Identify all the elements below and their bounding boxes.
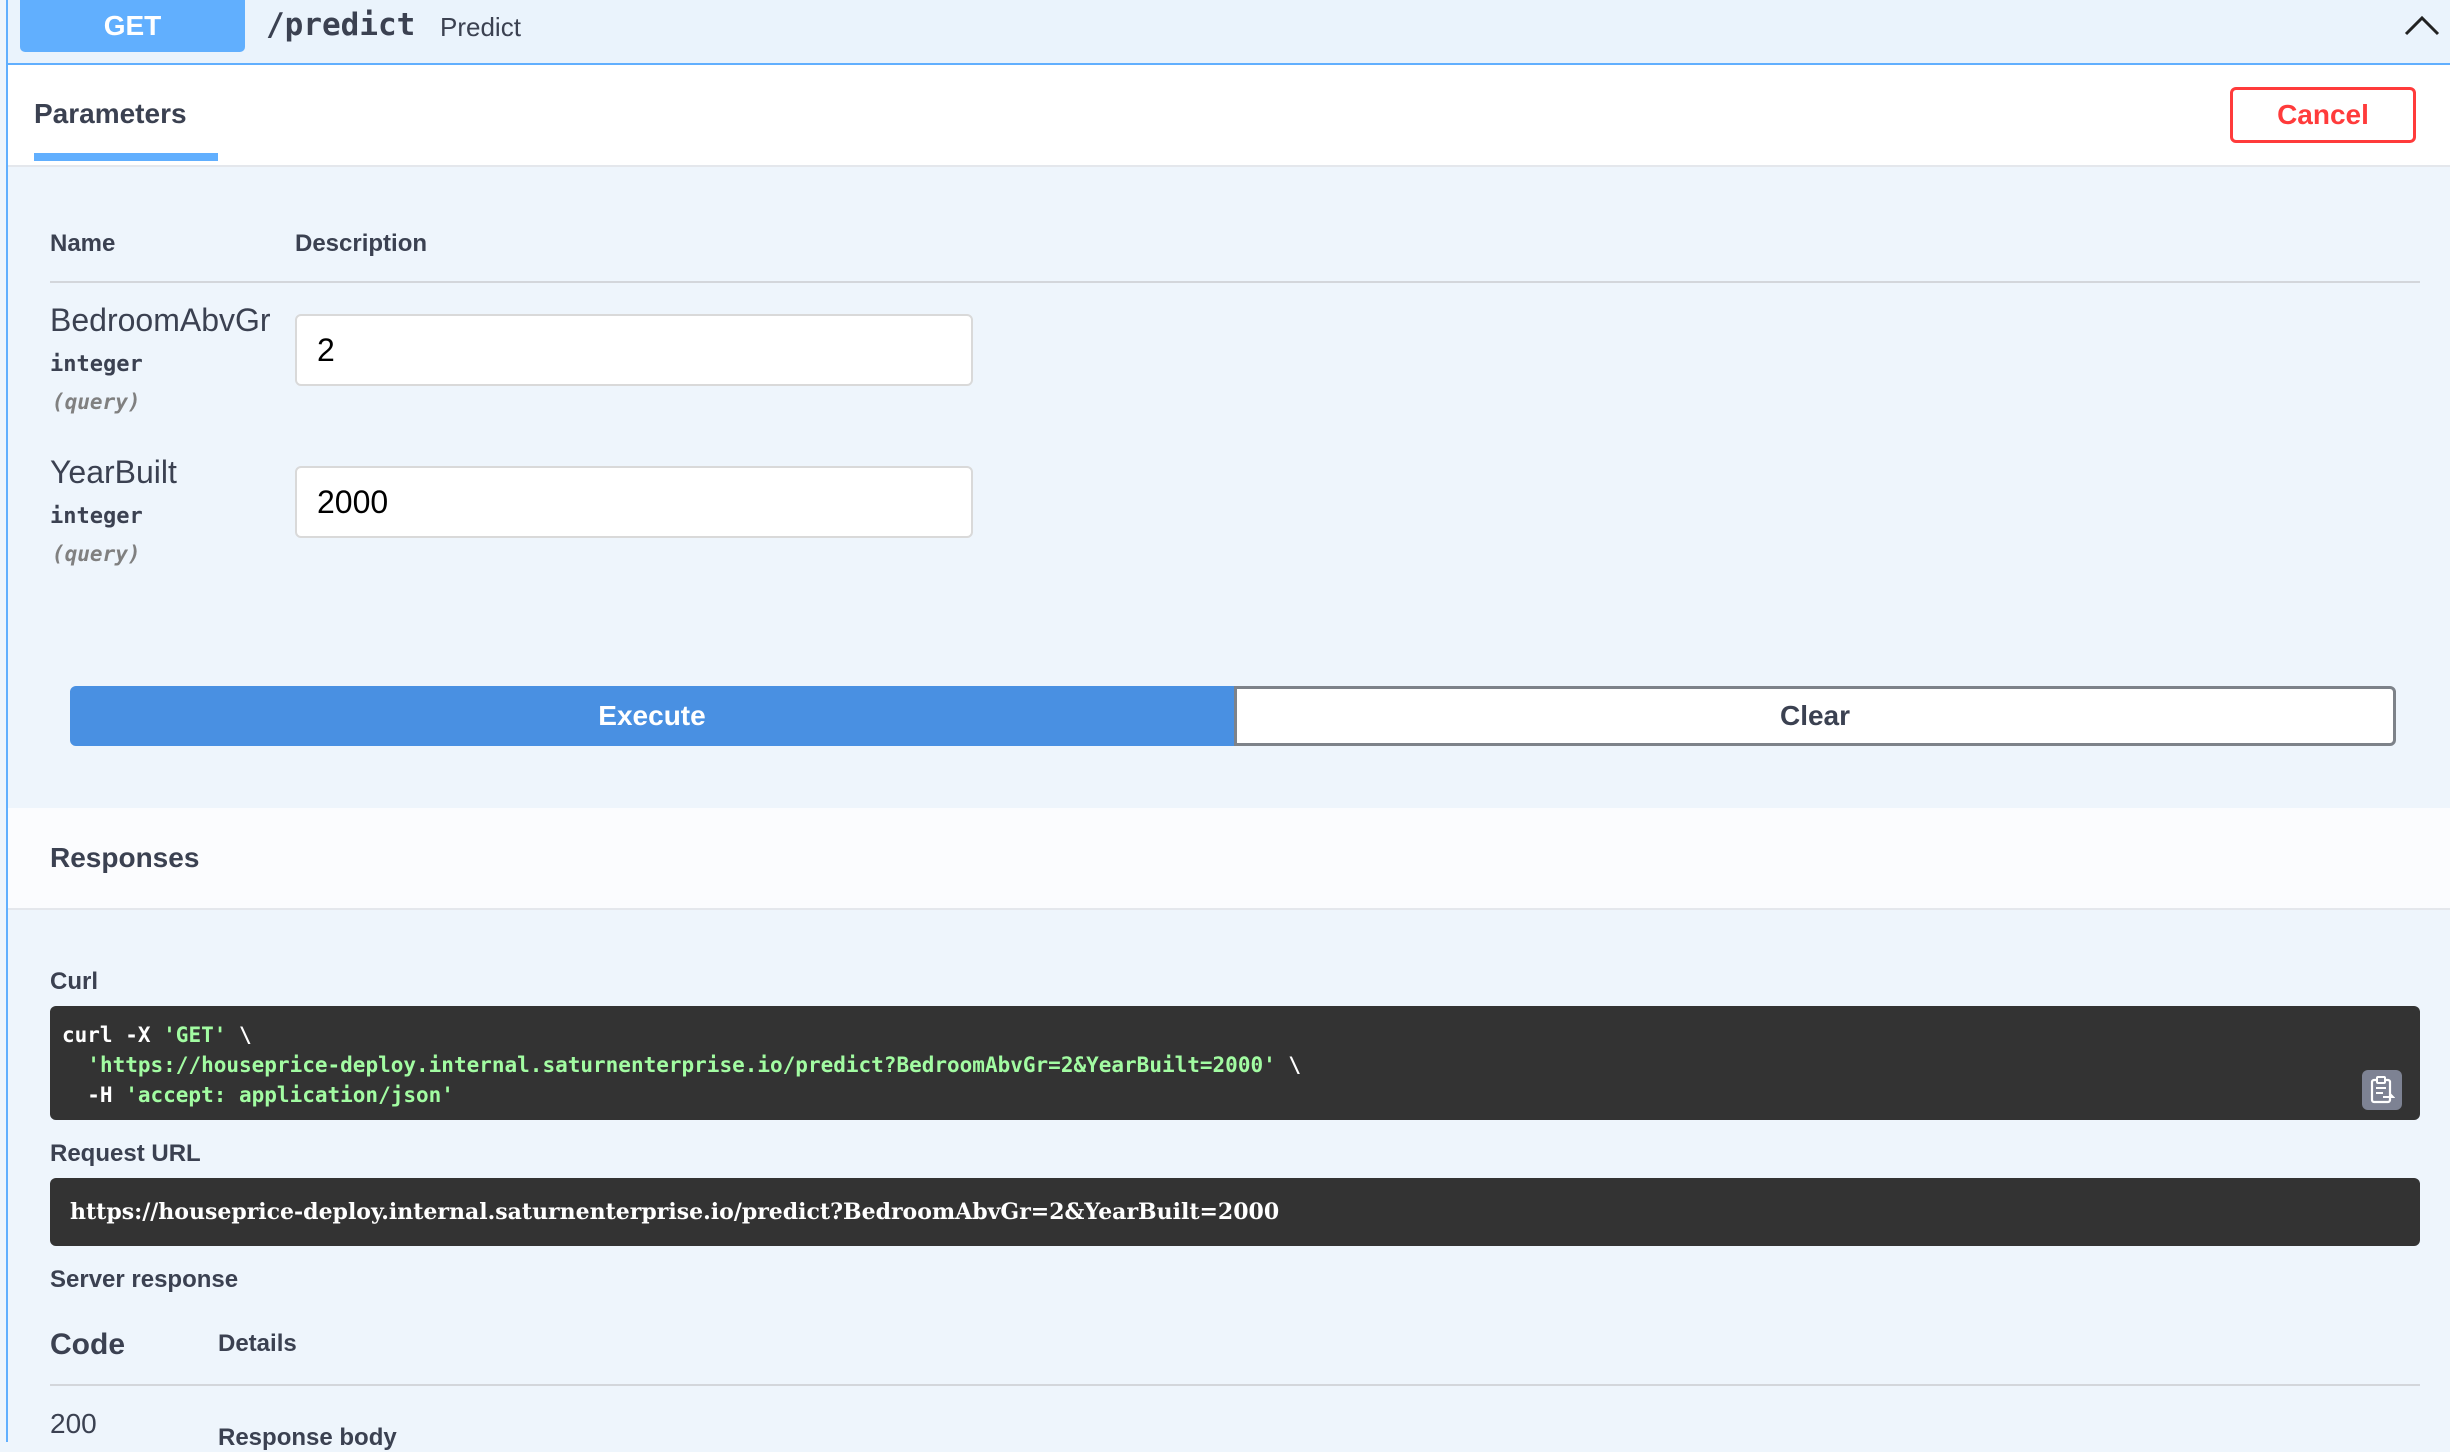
curl-continuation: \ (226, 1023, 252, 1047)
endpoint-summary: Predict (440, 12, 521, 42)
tab-parameters[interactable]: Parameters (34, 98, 187, 130)
chevron-up-icon[interactable] (2402, 10, 2442, 40)
column-header-description: Description (295, 230, 428, 257)
operation-block: GET /predict Predict Parameters Cancel N… (6, 0, 2450, 1451)
clipboard-copy-icon[interactable] (2362, 1070, 2402, 1110)
column-header-code: Code (50, 1328, 125, 1361)
clear-button[interactable]: Clear (1234, 686, 2396, 746)
parameter-type: integer (50, 352, 143, 377)
column-header-details: Details (218, 1330, 297, 1357)
response-status-code: 200 (50, 1408, 97, 1439)
request-url: https://houseprice-deploy.internal.satur… (70, 1199, 1280, 1225)
curl-method-string: 'GET' (163, 1023, 227, 1047)
response-body-label: Response body (218, 1424, 397, 1451)
curl-header-flag: -H (62, 1083, 126, 1107)
curl-indent (62, 1053, 87, 1077)
column-header-name: Name (50, 230, 116, 257)
responses-title: Responses (50, 842, 200, 873)
curl-header-string: 'accept: application/json' (125, 1083, 454, 1107)
active-tab-indicator (34, 153, 218, 161)
execute-button[interactable]: Execute (70, 686, 1234, 746)
yearbuilt-input[interactable] (295, 466, 973, 538)
execute-wrapper: Execute Clear (70, 686, 2396, 746)
http-method-badge: GET (20, 0, 245, 52)
bedroomabvgr-input[interactable] (295, 314, 973, 386)
endpoint-path: /predict (266, 7, 416, 43)
table-divider (50, 281, 2420, 283)
request-url-block[interactable]: https://houseprice-deploy.internal.satur… (50, 1178, 2420, 1246)
server-response-label: Server response (50, 1266, 239, 1293)
parameter-name: BedroomAbvGr (50, 302, 271, 338)
cancel-button[interactable]: Cancel (2230, 87, 2416, 143)
table-divider (50, 1384, 2420, 1386)
parameters-header: Parameters Cancel (8, 65, 2450, 167)
curl-code-block[interactable]: curl -X 'GET' \ 'https://houseprice-depl… (50, 1006, 2420, 1120)
parameter-type: integer (50, 504, 143, 529)
parameter-location: (query) (52, 542, 141, 566)
parameter-location: (query) (52, 390, 141, 414)
parameter-name: YearBuilt (50, 454, 177, 490)
curl-url-string: 'https://houseprice-deploy.internal.satu… (87, 1053, 1276, 1077)
curl-cmd: curl -X (62, 1023, 164, 1047)
request-url-label: Request URL (50, 1140, 201, 1167)
curl-label: Curl (50, 968, 98, 995)
responses-header: Responses (8, 808, 2450, 910)
curl-continuation: \ (1275, 1053, 1302, 1077)
operation-summary-bar[interactable]: GET /predict Predict (8, 0, 2450, 65)
